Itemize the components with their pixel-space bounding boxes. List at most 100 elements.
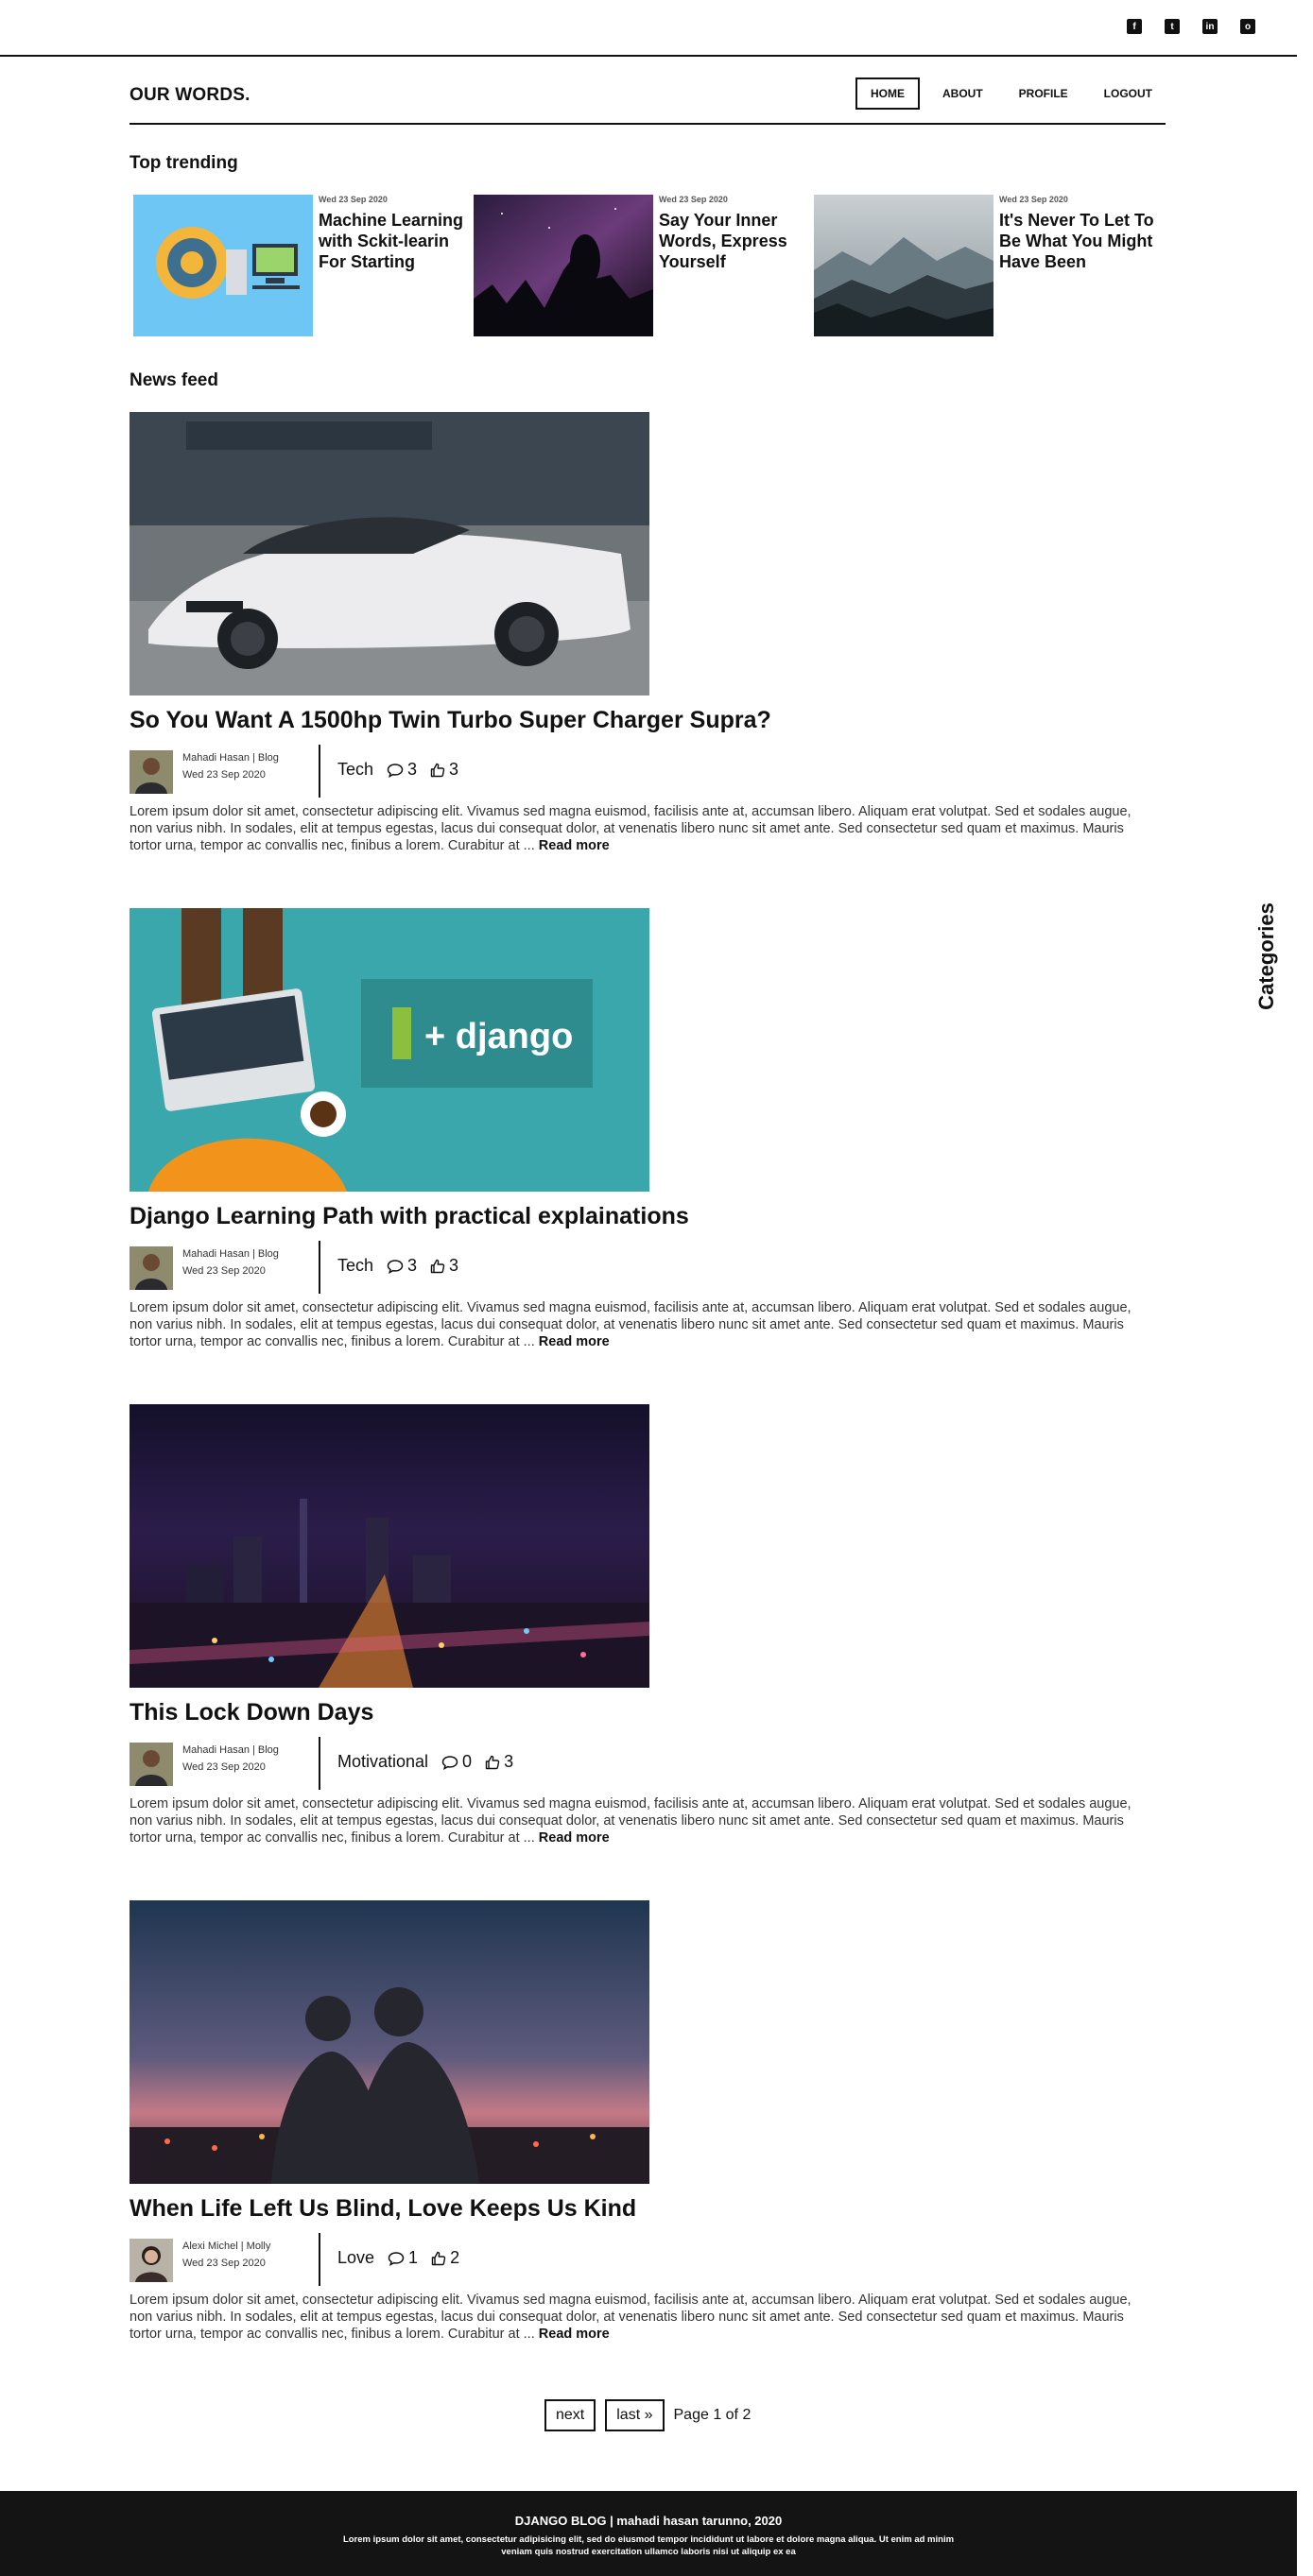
post-excerpt-text: Lorem ipsum dolor sit amet, consectetur … [130, 804, 1132, 853]
like-count[interactable]: 3 [430, 760, 458, 780]
post-title[interactable]: Django Learning Path with practical expl… [130, 1203, 689, 1230]
trending-title: Top trending [130, 153, 238, 173]
categories-tab-label: Categories [1254, 902, 1278, 1010]
post-excerpt: Lorem ipsum dolor sit amet, consectetur … [130, 1299, 1150, 1350]
trending-thumbnail[interactable] [474, 195, 653, 336]
post-author[interactable]: Mahadi Hasan | Blog [182, 1744, 279, 1756]
thumbs-up-icon [430, 763, 445, 777]
footer-text: Lorem ipsum dolor sit amet, consectetur … [342, 2534, 955, 2557]
footer-title: DJANGO BLOG | mahadi hasan tarunno, 2020 [514, 2514, 783, 2528]
post-excerpt-text: Lorem ipsum dolor sit amet, consectetur … [130, 1300, 1132, 1349]
trending-date: Wed 23 Sep 2020 [659, 195, 728, 204]
read-more-link[interactable]: Read more [539, 838, 610, 853]
navbar: OUR WORDS. HOME ABOUT PROFILE LOGOUT [130, 68, 1166, 125]
avatar[interactable] [130, 1743, 173, 1786]
like-count[interactable]: 2 [431, 2248, 459, 2268]
nav-about[interactable]: ABOUT [929, 79, 996, 108]
like-count[interactable]: 3 [485, 1752, 513, 1772]
post-category[interactable]: Tech [337, 1256, 373, 1276]
trending-item[interactable]: Wed 23 Sep 2020 It's Never To Let To Be … [814, 195, 1154, 338]
next-page-button[interactable]: next [544, 2399, 596, 2431]
read-more-link[interactable]: Read more [539, 2327, 610, 2342]
read-more-link[interactable]: Read more [539, 1334, 610, 1349]
post-author[interactable]: Alexi Michel | Molly [182, 2241, 270, 2252]
nav-links: HOME ABOUT PROFILE LOGOUT [846, 77, 1166, 110]
post-tags: Motivational 0 3 [337, 1752, 527, 1772]
comment-count-value: 0 [462, 1752, 473, 1771]
nav-profile[interactable]: PROFILE [1006, 79, 1081, 108]
post-excerpt: Lorem ipsum dolor sit amet, consectetur … [130, 1795, 1150, 1846]
trending-headline[interactable]: Say Your Inner Words, Express Yourself [659, 210, 820, 272]
last-page-button[interactable]: last » [605, 2399, 665, 2431]
avatar[interactable] [130, 750, 173, 794]
post-date: Wed 23 Sep 2020 [182, 769, 266, 781]
pagination: next last » Page 1 of 2 [544, 2399, 751, 2431]
avatar[interactable] [130, 1246, 173, 1290]
trending-item[interactable]: Wed 23 Sep 2020 Machine Learning with Sc… [133, 195, 474, 338]
post-excerpt-text: Lorem ipsum dolor sit amet, consectetur … [130, 2293, 1132, 2342]
post-date: Wed 23 Sep 2020 [182, 1761, 266, 1773]
post-category[interactable]: Love [337, 2248, 374, 2268]
post-image[interactable] [130, 1900, 649, 2184]
comment-icon [388, 2251, 405, 2266]
post-title[interactable]: When Life Left Us Blind, Love Keeps Us K… [130, 2195, 636, 2223]
categories-tab[interactable]: Categories [1248, 900, 1286, 1013]
github-icon[interactable]: o [1240, 19, 1255, 34]
avatar[interactable] [130, 2239, 173, 2282]
post-image[interactable] [130, 1404, 649, 1688]
social-bar: f t in o [0, 0, 1297, 57]
comment-icon [441, 1755, 458, 1770]
nav-home[interactable]: HOME [855, 77, 920, 110]
post-image[interactable]: + django [130, 908, 649, 1192]
feed-title: News feed [130, 370, 218, 390]
post-meta: Alexi Michel | Molly Wed 23 Sep 2020 Lov… [130, 2233, 980, 2286]
post-excerpt: Lorem ipsum dolor sit amet, consectetur … [130, 803, 1150, 854]
like-count-value: 2 [450, 2248, 460, 2267]
trending-list: Wed 23 Sep 2020 Machine Learning with Sc… [133, 195, 1173, 338]
post-tags: Tech 3 3 [337, 1256, 472, 1276]
meta-divider [319, 2233, 320, 2286]
comment-icon [387, 1259, 404, 1274]
linkedin-icon[interactable]: in [1202, 19, 1218, 34]
comment-count-value: 1 [408, 2248, 419, 2267]
meta-divider [319, 1737, 320, 1790]
twitter-icon[interactable]: t [1165, 19, 1180, 34]
post-author[interactable]: Mahadi Hasan | Blog [182, 752, 279, 764]
read-more-link[interactable]: Read more [539, 1830, 610, 1846]
post-title[interactable]: So You Want A 1500hp Twin Turbo Super Ch… [130, 707, 771, 734]
footer: DJANGO BLOG | mahadi hasan tarunno, 2020… [0, 2491, 1297, 2576]
like-count-value: 3 [449, 1256, 459, 1275]
trending-headline[interactable]: Machine Learning with Sckit-learin For S… [319, 210, 479, 272]
django-logo-text: + django [424, 1017, 573, 1056]
post-meta: Mahadi Hasan | Blog Wed 23 Sep 2020 Moti… [130, 1737, 980, 1790]
comment-count-value: 3 [407, 760, 418, 779]
post-image[interactable] [130, 412, 649, 696]
comment-count[interactable]: 3 [387, 760, 417, 780]
nav-logout[interactable]: LOGOUT [1091, 79, 1166, 108]
meta-divider [319, 1241, 320, 1294]
post-category[interactable]: Motivational [337, 1752, 428, 1772]
comment-count[interactable]: 1 [388, 2248, 418, 2268]
comment-icon [387, 763, 404, 778]
like-count[interactable]: 3 [430, 1256, 458, 1276]
trending-thumbnail[interactable] [133, 195, 313, 336]
post-category[interactable]: Tech [337, 760, 373, 780]
trending-headline[interactable]: It's Never To Let To Be What You Might H… [999, 210, 1160, 272]
trending-date: Wed 23 Sep 2020 [999, 195, 1068, 204]
post-author[interactable]: Mahadi Hasan | Blog [182, 1248, 279, 1260]
post-meta: Mahadi Hasan | Blog Wed 23 Sep 2020 Tech… [130, 1241, 980, 1294]
post-excerpt: Lorem ipsum dolor sit amet, consectetur … [130, 2292, 1150, 2343]
comment-count[interactable]: 3 [387, 1256, 417, 1276]
post-date: Wed 23 Sep 2020 [182, 2258, 266, 2269]
post-tags: Tech 3 3 [337, 760, 472, 780]
like-count-value: 3 [504, 1752, 514, 1771]
trending-thumbnail[interactable] [814, 195, 993, 336]
trending-item[interactable]: Wed 23 Sep 2020 Say Your Inner Words, Ex… [474, 195, 814, 338]
comment-count-value: 3 [407, 1256, 418, 1275]
brand-logo[interactable]: OUR WORDS. [130, 85, 251, 106]
comment-count[interactable]: 0 [441, 1752, 472, 1772]
social-icons: f t in o [1127, 19, 1255, 34]
trending-date: Wed 23 Sep 2020 [319, 195, 388, 204]
post-title[interactable]: This Lock Down Days [130, 1699, 373, 1726]
facebook-icon[interactable]: f [1127, 19, 1142, 34]
